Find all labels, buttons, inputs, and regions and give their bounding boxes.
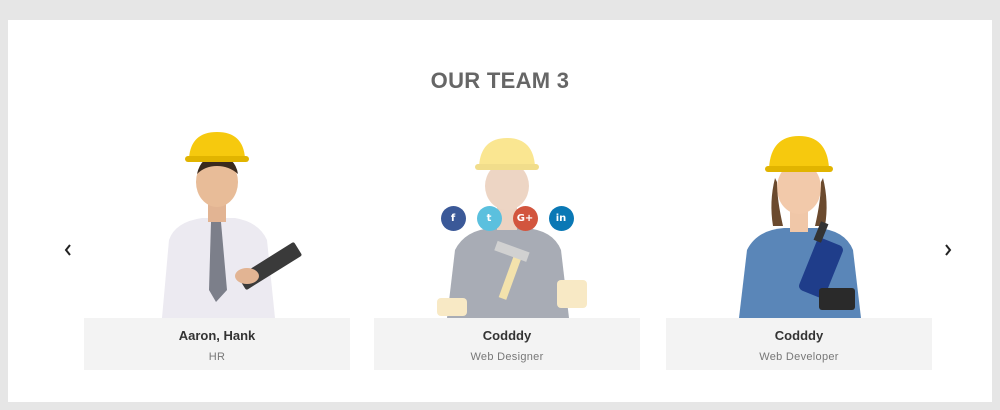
google-plus-icon: G+ — [516, 213, 534, 224]
team-member-card[interactable]: Aaron, Hank HR — [84, 130, 350, 370]
member-role: Web Designer — [470, 351, 544, 363]
team-section: OUR TEAM 3 Aaron, Hank HR f t G+ in Codd… — [8, 20, 992, 402]
twitter-icon: t — [486, 213, 492, 224]
chevron-right-icon — [945, 244, 952, 256]
linkedin-icon: in — [555, 213, 567, 224]
carousel-prev-button[interactable] — [56, 238, 80, 262]
member-info: Aaron, Hank HR — [84, 318, 350, 370]
member-role: HR — [208, 351, 226, 363]
chevron-left-icon — [64, 244, 71, 256]
team-member-card[interactable]: f t G+ in Codddy Web Designer — [374, 130, 640, 370]
member-role: Web Developer — [759, 351, 839, 363]
social-links: f t G+ in — [374, 206, 640, 231]
linkedin-link[interactable]: in — [548, 206, 574, 231]
member-photo — [84, 130, 350, 318]
member-info: Codddy Web Designer — [374, 318, 640, 370]
member-name: Codddy — [774, 328, 824, 343]
member-name: Codddy — [482, 328, 532, 343]
member-name: Aaron, Hank — [178, 328, 256, 343]
member-photo — [666, 130, 932, 318]
section-title: OUR TEAM 3 — [430, 68, 570, 93]
member-info: Codddy Web Developer — [666, 318, 932, 370]
twitter-link[interactable]: t — [476, 206, 502, 231]
google-plus-link[interactable]: G+ — [512, 206, 538, 231]
facebook-link[interactable]: f — [440, 206, 466, 231]
carousel-next-button[interactable] — [936, 238, 960, 262]
facebook-icon: f — [450, 213, 456, 224]
team-member-card[interactable]: Codddy Web Developer — [666, 130, 932, 370]
